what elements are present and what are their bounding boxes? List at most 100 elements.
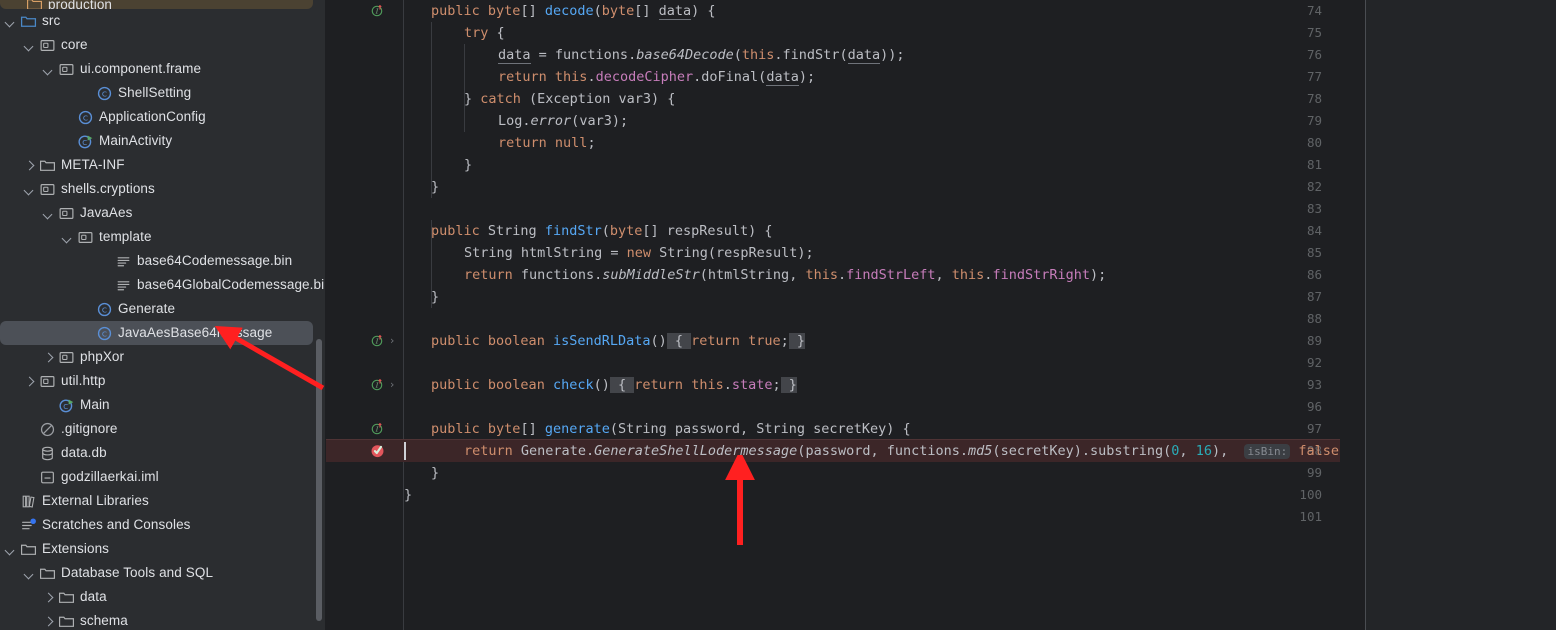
code-line-81[interactable]: } bbox=[404, 154, 472, 176]
code-text[interactable]: public byte[] decode(byte[] data) { try … bbox=[404, 0, 1366, 630]
code-line-87[interactable]: } bbox=[404, 286, 439, 308]
runnable-class-icon: C bbox=[77, 133, 94, 150]
tree-item-main[interactable]: C Main bbox=[0, 393, 326, 417]
token-field: findStrLeft bbox=[846, 267, 936, 283]
tree-item-external-libraries[interactable]: External Libraries bbox=[0, 489, 326, 513]
code-line-79[interactable]: Log.error(var3); bbox=[404, 110, 628, 132]
tree-item-schema[interactable]: schema bbox=[0, 609, 326, 630]
tree-item-production[interactable]: production bbox=[0, 0, 313, 9]
code-line-98[interactable]: return Generate.GenerateShellLodermessag… bbox=[404, 440, 1355, 462]
tree-item-base64codemessage-bin[interactable]: base64Codemessage.bin bbox=[0, 249, 326, 273]
chevron-right-icon[interactable] bbox=[42, 351, 55, 364]
token-class: Exception bbox=[537, 91, 611, 107]
code-line-76[interactable]: data = functions.base64Decode(this.findS… bbox=[404, 44, 905, 66]
token-keyword: boolean bbox=[487, 333, 545, 349]
tree-item-label: ApplicationConfig bbox=[99, 109, 206, 124]
token-parameter: secretKey bbox=[813, 421, 887, 437]
token-keyword: return bbox=[634, 377, 684, 393]
token-keyword: public bbox=[431, 223, 480, 239]
editor-gutter[interactable] bbox=[326, 0, 403, 630]
tree-item-applicationconfig[interactable]: C ApplicationConfig bbox=[0, 105, 326, 129]
chevron-down-icon[interactable] bbox=[42, 207, 55, 220]
tree-item-base64globalcodemessage-bin[interactable]: base64GlobalCodemessage.bin bbox=[0, 273, 326, 297]
chevron-down-icon[interactable] bbox=[23, 567, 36, 580]
code-line-99[interactable]: } bbox=[404, 462, 439, 484]
chevron-down-icon[interactable] bbox=[42, 63, 55, 76]
code-line-82[interactable]: } bbox=[404, 176, 439, 198]
token-method: findStr bbox=[544, 223, 602, 239]
token-field: findStrRight bbox=[992, 267, 1090, 283]
override-method-icon[interactable]: I bbox=[370, 330, 384, 352]
chevron-right-icon[interactable] bbox=[42, 615, 55, 628]
code-line-85[interactable]: String htmlString = new String(respResul… bbox=[404, 242, 814, 264]
tree-item-label: JavaAesBase64message bbox=[118, 325, 273, 340]
tree-item-template[interactable]: template bbox=[0, 225, 326, 249]
tree-item-data[interactable]: data bbox=[0, 585, 326, 609]
editor-area[interactable]: 74 I 75 76 77 78 79 80 81 82 83 84 85 86 87 88 89 I › 92 93 I… bbox=[326, 0, 1366, 630]
iml-icon bbox=[39, 469, 56, 486]
svg-text:C: C bbox=[102, 305, 107, 314]
chevron-down-icon[interactable] bbox=[61, 231, 74, 244]
code-line-77[interactable]: return this.decodeCipher.doFinal(data); bbox=[404, 66, 815, 88]
chevron-down-icon[interactable] bbox=[4, 543, 17, 556]
tree-item-database-tools-and-sql[interactable]: Database Tools and SQL bbox=[0, 561, 326, 585]
token-static-method: md5 bbox=[968, 443, 993, 459]
token-keyword: null bbox=[554, 135, 588, 151]
chevron-right-icon[interactable] bbox=[42, 591, 55, 604]
chevron-down-icon[interactable] bbox=[4, 15, 17, 28]
token-parameter: password bbox=[674, 421, 740, 437]
code-line-84[interactable]: public String findStr(byte[] respResult)… bbox=[404, 220, 772, 242]
tree-item-core[interactable]: core bbox=[0, 33, 326, 57]
fold-expand-icon[interactable]: › bbox=[386, 330, 398, 352]
override-method-icon[interactable]: I bbox=[370, 0, 384, 22]
code-line-86[interactable]: return functions.subMiddleStr(htmlString… bbox=[404, 264, 1106, 286]
override-method-icon[interactable]: I bbox=[370, 374, 384, 396]
tree-item-src[interactable]: src bbox=[0, 9, 326, 33]
svg-text:I: I bbox=[375, 8, 379, 16]
tree-item-meta-inf[interactable]: META-INF bbox=[0, 153, 326, 177]
fold-expand-icon[interactable]: › bbox=[386, 374, 398, 396]
tree-item-ui-component-frame[interactable]: ui.component.frame bbox=[0, 57, 326, 81]
code-line-80[interactable]: return null; bbox=[404, 132, 596, 154]
tree-item-data-db[interactable]: data.db bbox=[0, 441, 326, 465]
chevron-down-icon[interactable] bbox=[23, 39, 36, 52]
chevron-down-icon[interactable] bbox=[23, 183, 36, 196]
token-identifier: functions bbox=[554, 47, 629, 63]
tree-item-javaaesbase64message[interactable]: C JavaAesBase64message bbox=[0, 321, 313, 345]
tree-item-shellsetting[interactable]: C ShellSetting bbox=[0, 81, 326, 105]
tree-item-scratches-and-consoles[interactable]: Scratches and Consoles bbox=[0, 513, 326, 537]
project-tool-window[interactable]: production src core ui.component.frame C She… bbox=[0, 0, 326, 630]
package-icon bbox=[58, 349, 75, 366]
package-icon bbox=[39, 181, 56, 198]
sidebar-scrollbar[interactable] bbox=[316, 339, 322, 621]
chevron-right-icon[interactable] bbox=[23, 375, 36, 388]
package-icon bbox=[58, 205, 75, 222]
chevron-right-icon[interactable] bbox=[23, 159, 36, 172]
tree-item-phpxor[interactable]: phpXor bbox=[0, 345, 326, 369]
tree-item-shells-cryptions[interactable]: shells.cryptions bbox=[0, 177, 326, 201]
tree-item-javaaes[interactable]: JavaAes bbox=[0, 201, 326, 225]
tree-item-godzillaerkai-iml[interactable]: godzillaerkai.iml bbox=[0, 465, 326, 489]
token-keyword: try bbox=[464, 25, 489, 41]
tree-item-generate[interactable]: C Generate bbox=[0, 297, 326, 321]
runnable-class-icon: C bbox=[58, 397, 75, 414]
tree-item-util-http[interactable]: util.http bbox=[0, 369, 326, 393]
code-line-100[interactable]: } bbox=[404, 484, 412, 506]
code-line-89[interactable]: public boolean isSendRLData() { return t… bbox=[404, 330, 806, 352]
code-line-75[interactable]: try { bbox=[404, 22, 505, 44]
breakpoint-verified-icon[interactable] bbox=[369, 440, 385, 462]
code-line-78[interactable]: } catch (Exception var3) { bbox=[404, 88, 675, 110]
code-line-93[interactable]: public boolean check() { return this.sta… bbox=[404, 374, 797, 396]
code-line-97[interactable]: public byte[] generate(String password, … bbox=[404, 418, 911, 440]
code-line-74[interactable]: public byte[] decode(byte[] data) { bbox=[404, 0, 716, 22]
tree-item-extensions[interactable]: Extensions bbox=[0, 537, 326, 561]
parameter-hint-isBin[interactable]: isBin: bbox=[1244, 444, 1291, 459]
tree-item-gitignore[interactable]: .gitignore bbox=[0, 417, 326, 441]
svg-text:C: C bbox=[83, 113, 88, 122]
override-method-icon[interactable]: I bbox=[370, 418, 384, 440]
token-class: String bbox=[464, 245, 513, 261]
tree-item-mainactivity[interactable]: C MainActivity bbox=[0, 129, 326, 153]
